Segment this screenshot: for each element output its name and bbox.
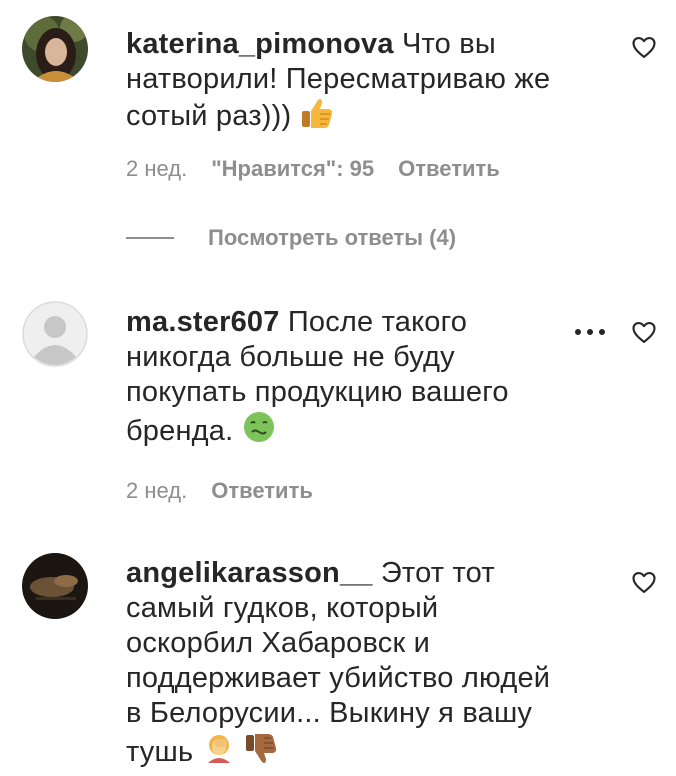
- avatar[interactable]: [22, 301, 88, 367]
- woman-facepalming-emoji: [202, 731, 236, 774]
- comment-text-line: Что вы: [401, 28, 496, 60]
- heart-outline-icon[interactable]: [630, 318, 658, 346]
- thumbs-up-emoji: [300, 97, 334, 138]
- nauseated-face-emoji: [242, 410, 276, 453]
- comment-timestamp: 2 нед.: [126, 156, 188, 181]
- comment-meta: 2 нед. "Нравится": 95 Ответить: [126, 156, 524, 182]
- comment-text-line: в Белорусии... Выкину я вашу: [126, 697, 533, 729]
- reply-button[interactable]: Ответить: [398, 156, 500, 181]
- heart-outline-icon[interactable]: [630, 33, 658, 61]
- comment-text-line: бренда.: [126, 415, 234, 447]
- thumbs-down-emoji: [244, 733, 278, 774]
- comment-text-line: никогда больше не буду: [126, 341, 455, 373]
- replies-divider: [126, 237, 174, 239]
- comment-username[interactable]: angelikarasson__: [126, 557, 373, 589]
- comment-text-line: покупать продукцию вашего: [126, 376, 509, 408]
- view-replies-label: Посмотреть ответы (4): [208, 225, 457, 250]
- comment-username[interactable]: katerina_pimonova: [126, 28, 394, 60]
- reply-button[interactable]: Ответить: [211, 478, 313, 503]
- likes-count[interactable]: "Нравится": 95: [211, 156, 374, 181]
- comment-text-line: тушь: [126, 736, 194, 768]
- comment-text-line: самый гудков, который: [126, 592, 439, 624]
- comment-text-line: Этот тот: [380, 557, 495, 589]
- comment-text: angelikarasson__ Этот тот самый гудков, …: [126, 556, 596, 774]
- avatar[interactable]: [22, 16, 88, 82]
- default-avatar-icon: [22, 301, 88, 367]
- comment-username[interactable]: ma.ster607: [126, 306, 280, 338]
- avatar[interactable]: [22, 553, 88, 619]
- comment-text-line: оскорбил Хабаровск и: [126, 627, 431, 659]
- avatar-photo: [22, 553, 88, 619]
- comment-timestamp: 2 нед.: [126, 478, 188, 503]
- comment-text: katerina_pimonova Что вы натворили! Пере…: [126, 27, 596, 138]
- comment-text-line: После такого: [287, 306, 468, 338]
- heart-outline-icon[interactable]: [630, 568, 658, 596]
- comment-text-line: сотый раз))): [126, 100, 292, 132]
- comment-text: ma.ster607 После такого никогда больше н…: [126, 305, 596, 453]
- view-replies-button[interactable]: Посмотреть ответы (4): [126, 224, 456, 252]
- more-options-icon[interactable]: [570, 322, 610, 342]
- comment-text-line: натворили! Пересматриваю же: [126, 63, 551, 95]
- comment-text-line: поддерживает убийство людей: [126, 662, 551, 694]
- comment-meta: 2 нед. Ответить: [126, 478, 337, 504]
- avatar-photo: [22, 16, 88, 82]
